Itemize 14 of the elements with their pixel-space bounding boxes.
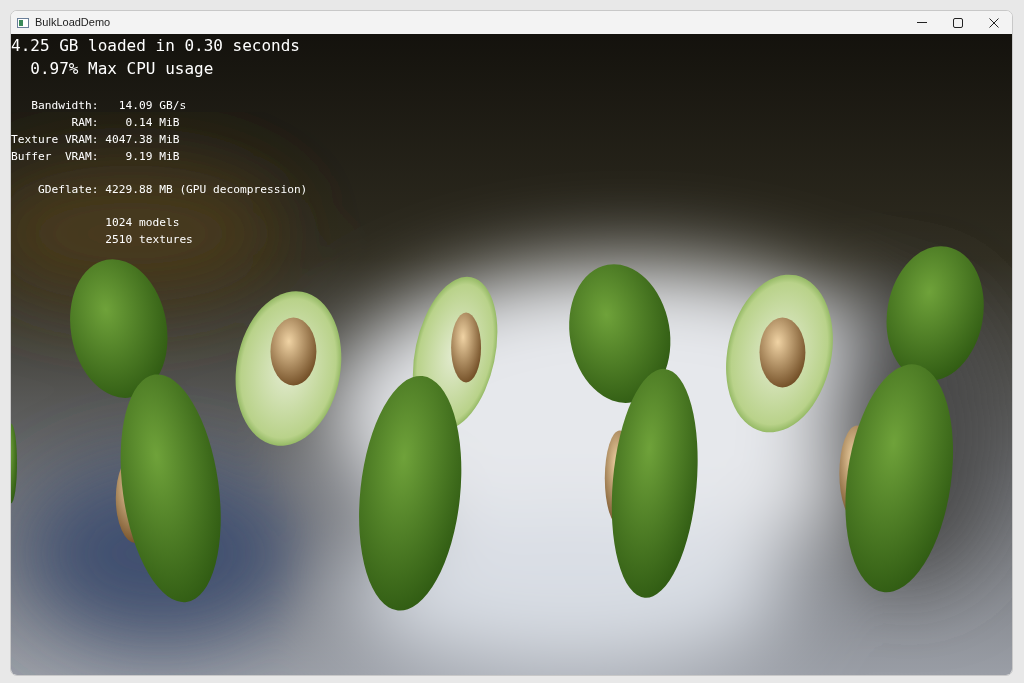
headline-text: 4.25 GB loaded in 0.30 seconds: [11, 35, 300, 57]
stat-line: GDeflate: 4229.88 MB (GPU decompression): [36, 182, 308, 198]
close-icon: [989, 17, 999, 28]
headline-text: 0.97% Max CPU usage: [29, 58, 214, 80]
window-title: BulkLoadDemo: [35, 15, 111, 31]
stat-line: Texture VRAM: 4047.38 MiB: [11, 132, 180, 148]
app-icon: [17, 17, 29, 28]
stat-line: RAM: 0.14 MiB: [70, 115, 180, 131]
stat-line: Bandwidth: 14.09 GB/s: [30, 98, 187, 114]
stat-line: Buffer VRAM: 9.19 MiB: [11, 149, 180, 165]
stat-line: 2510 textures: [104, 232, 193, 248]
stat-line: 1024 models: [104, 215, 180, 231]
maximize-icon: [953, 17, 963, 28]
minimize-icon: [917, 22, 927, 23]
